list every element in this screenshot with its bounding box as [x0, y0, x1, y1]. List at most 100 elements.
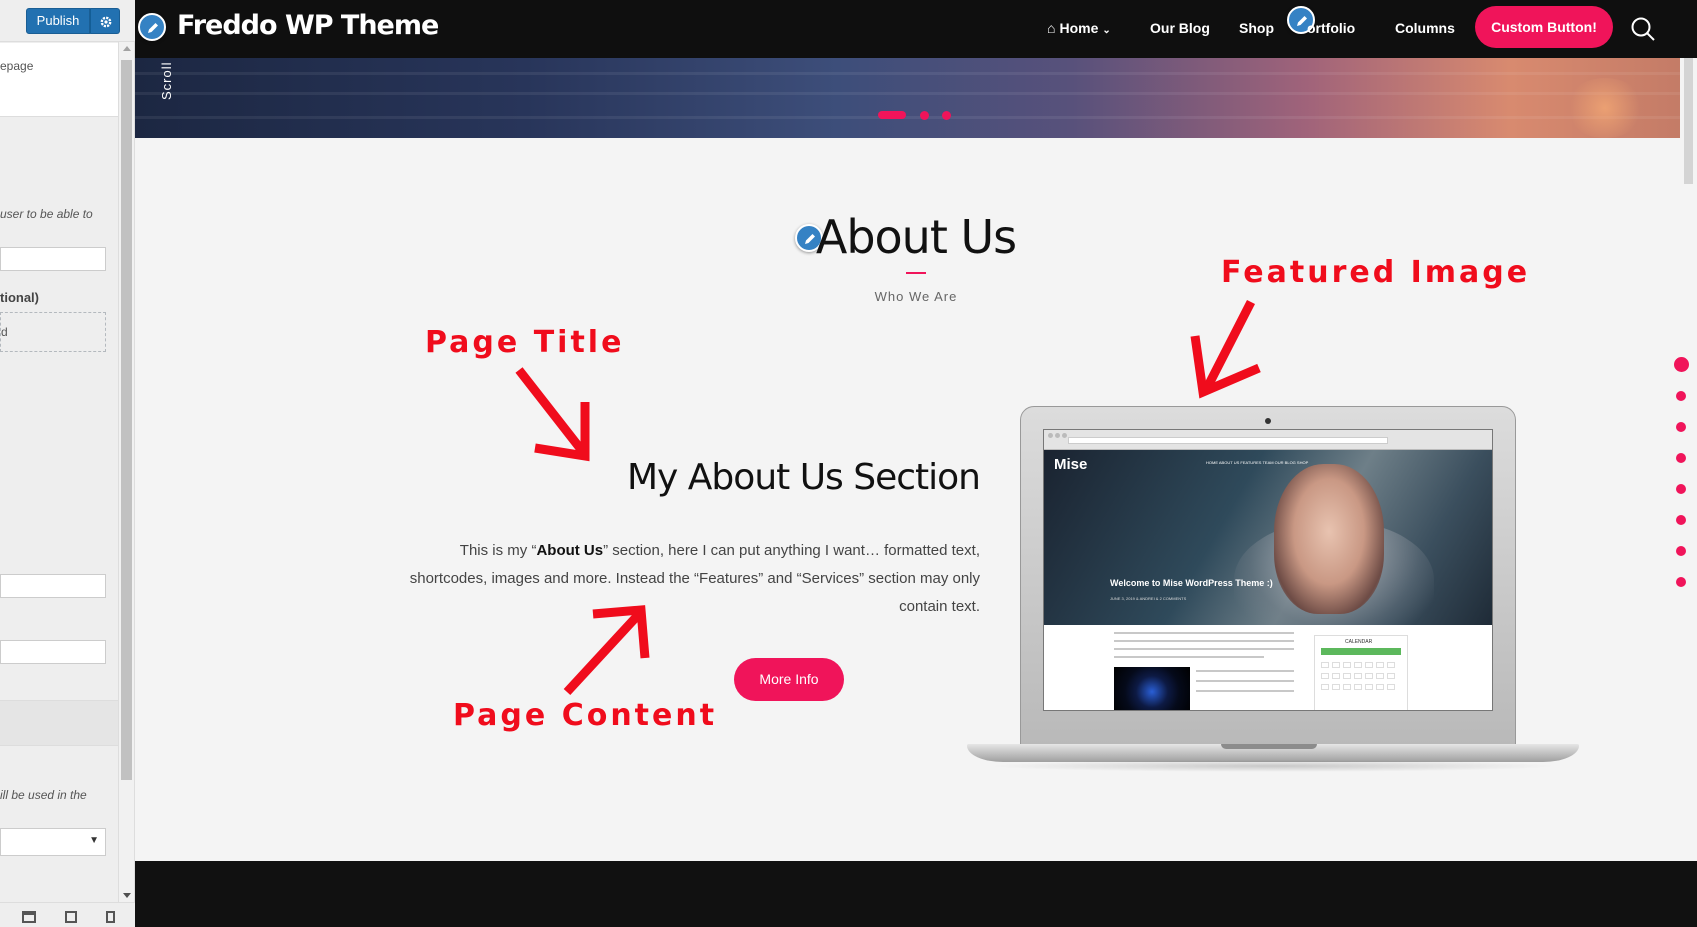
device-preview-bar — [0, 902, 135, 927]
edit-shortcut-logo[interactable] — [138, 13, 166, 41]
text-field-2[interactable] — [0, 574, 106, 598]
arrow-featured-image — [1190, 299, 1261, 399]
section-dot[interactable] — [1676, 546, 1686, 556]
homepage-option-label: epage — [0, 59, 34, 73]
section-dot[interactable] — [1676, 453, 1686, 463]
annotation-featured-image: Featured Image — [1221, 255, 1531, 290]
calendar-header — [1321, 648, 1401, 655]
sidebar-scrollbar[interactable] — [118, 42, 134, 902]
screenshot-portrait — [1274, 464, 1384, 614]
description-text: user to be able to — [0, 207, 93, 221]
screenshot-text-line — [1196, 680, 1294, 682]
scroll-up-icon[interactable] — [123, 46, 131, 51]
site-logo[interactable]: Freddo WP Theme — [177, 10, 439, 41]
dropdown-arrow-icon: ▼ — [89, 835, 99, 846]
section-divider — [0, 700, 118, 746]
sunset-glow — [1565, 78, 1645, 138]
title-divider — [906, 272, 926, 274]
water-ripple — [135, 116, 1697, 119]
nav-columns[interactable]: Columns — [1395, 20, 1455, 36]
next-section-dark — [135, 861, 1697, 927]
calendar-cell — [1354, 673, 1362, 679]
window-dot — [1048, 433, 1053, 438]
hero-slider: Scroll — [135, 58, 1697, 138]
screenshot-text-line — [1196, 690, 1294, 692]
calendar-cell — [1365, 673, 1373, 679]
section-content-start: This is my “ — [459, 542, 537, 559]
screenshot-text-line — [1196, 670, 1294, 672]
search-icon[interactable] — [1630, 16, 1656, 42]
nav-shop[interactable]: Shop — [1239, 20, 1274, 36]
calendar-cell — [1387, 673, 1395, 679]
annotation-page-title: Page Title — [425, 325, 625, 360]
gear-icon — [100, 16, 112, 28]
browser-bar — [1044, 430, 1492, 450]
upload-placeholder-text: d — [1, 325, 8, 339]
calendar-cell — [1376, 673, 1384, 679]
section-content-bold: About Us — [536, 542, 604, 559]
arrow-page-content — [563, 605, 650, 696]
calendar-cell — [1387, 662, 1395, 668]
calendar-cell — [1376, 684, 1384, 690]
section-content: This is my “About Us” section, here I ca… — [405, 537, 980, 621]
scrollbar-thumb[interactable] — [121, 60, 132, 780]
calendar-cell — [1365, 684, 1373, 690]
calendar-cell — [1354, 684, 1362, 690]
slider-dot[interactable] — [920, 111, 929, 120]
laptop-screen: Mise HOME ABOUT US FEATURES TEAM OUR BLO… — [1043, 429, 1493, 711]
laptop-camera — [1265, 418, 1271, 424]
text-field[interactable] — [0, 247, 106, 271]
slider-dot-active[interactable] — [878, 111, 906, 119]
screenshot-text-line — [1114, 648, 1294, 650]
about-subtitle: Who We Are — [874, 289, 958, 304]
page-scrollbar-thumb[interactable] — [1684, 58, 1693, 184]
image-upload-placeholder[interactable]: d — [0, 312, 106, 352]
section-dot[interactable] — [1676, 422, 1686, 432]
screenshot-logo: Mise — [1054, 456, 1088, 473]
site-header: Freddo WP Theme ⌂ Home ⌄ Our Blog Shop ort… — [135, 0, 1697, 58]
optional-label: tional) — [0, 290, 39, 305]
screenshot-text-line — [1114, 656, 1264, 658]
section-dot[interactable] — [1676, 577, 1686, 587]
section-dot-active[interactable] — [1674, 357, 1689, 372]
homepage-option-panel[interactable]: epage — [0, 43, 118, 117]
desktop-icon[interactable] — [22, 911, 36, 923]
calendar-cell — [1321, 673, 1329, 679]
calendar-cell — [1332, 662, 1340, 668]
nav-home[interactable]: ⌂ Home ⌄ — [1047, 20, 1111, 36]
calendar-cell — [1321, 684, 1329, 690]
mobile-icon[interactable] — [106, 911, 115, 923]
nav-our-blog[interactable]: Our Blog — [1150, 20, 1210, 36]
laptop-notch — [1221, 744, 1317, 749]
tablet-icon[interactable] — [65, 911, 77, 923]
screenshot-menu: HOME ABOUT US FEATURES TEAM OUR BLOG SHO… — [1206, 460, 1309, 465]
calendar-cell — [1354, 662, 1362, 668]
more-info-button[interactable]: More Info — [734, 658, 844, 701]
screenshot-thumbnail — [1114, 667, 1190, 710]
screenshot-text-line — [1114, 640, 1294, 642]
site-preview: Freddo WP Theme ⌂ Home ⌄ Our Blog Shop ort… — [135, 0, 1697, 927]
calendar-cell — [1387, 684, 1395, 690]
calendar-cell — [1332, 684, 1340, 690]
home-icon: ⌂ — [1047, 20, 1056, 36]
scroll-label[interactable]: Scroll — [159, 61, 174, 100]
text-field-3[interactable] — [0, 640, 106, 664]
section-dot[interactable] — [1676, 515, 1686, 525]
publish-settings-button[interactable] — [90, 8, 120, 34]
laptop-shadow — [987, 760, 1559, 772]
window-dot — [1055, 433, 1060, 438]
custom-button[interactable]: Custom Button! — [1475, 6, 1613, 48]
section-dot[interactable] — [1676, 484, 1686, 494]
screenshot-hero: Mise HOME ABOUT US FEATURES TEAM OUR BLO… — [1044, 450, 1492, 625]
calendar-cell — [1343, 673, 1351, 679]
water-ripple — [135, 72, 1697, 75]
section-dot[interactable] — [1676, 391, 1686, 401]
publish-button[interactable]: Publish — [26, 8, 90, 34]
slider-dot[interactable] — [942, 111, 951, 120]
dropdown-select[interactable]: ▼ — [0, 828, 106, 856]
calendar-cell — [1365, 662, 1373, 668]
scroll-down-icon[interactable] — [123, 893, 131, 898]
nav-portfolio[interactable]: ortfolio — [1307, 20, 1355, 36]
annotation-page-content: Page Content — [453, 698, 718, 733]
calendar-cell — [1321, 662, 1329, 668]
